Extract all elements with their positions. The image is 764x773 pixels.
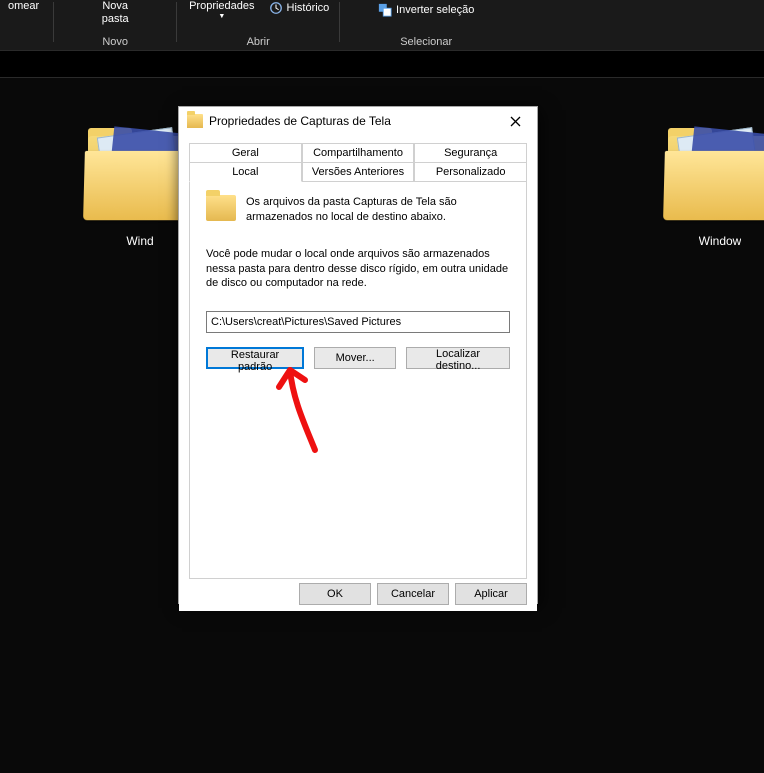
invert-selection-icon <box>378 3 392 17</box>
tab-compartilhamento[interactable]: Compartilhamento <box>302 143 415 162</box>
location-description-2: Você pode mudar o local onde arquivos sã… <box>206 247 510 292</box>
history-button[interactable]: Histórico <box>263 0 336 16</box>
folder-item-right[interactable]: Window <box>650 128 764 248</box>
folder-label: Wind <box>126 234 153 248</box>
move-button[interactable]: Mover... <box>314 347 396 369</box>
tab-seguranca[interactable]: Segurança <box>414 143 527 162</box>
rename-label: omear <box>8 0 39 13</box>
invert-selection-button[interactable]: Inverter seleção <box>372 2 480 18</box>
invert-selection-label: Inverter seleção <box>396 4 474 16</box>
tab-page-local: Os arquivos da pasta Capturas de Tela sã… <box>189 181 527 579</box>
folder-icon <box>206 195 236 221</box>
folder-icon <box>660 128 764 228</box>
tab-versoes[interactable]: Versões Anteriores <box>302 162 415 182</box>
properties-button[interactable]: Propriedades ▼ <box>181 0 262 22</box>
separator <box>339 2 340 42</box>
properties-label: Propriedades <box>189 0 254 13</box>
close-icon <box>510 116 521 127</box>
ribbon-group-new: Nova pasta Novo <box>60 0 170 50</box>
find-target-button[interactable]: Localizar destino... <box>406 347 510 369</box>
address-bar-stripe <box>0 50 764 78</box>
dialog-body: Geral Compartilhamento Segurança Local V… <box>179 135 537 583</box>
cancel-button[interactable]: Cancelar <box>377 583 449 605</box>
properties-dialog: Propriedades de Capturas de Tela Geral C… <box>178 106 538 604</box>
folder-icon <box>187 114 203 128</box>
location-description-1: Os arquivos da pasta Capturas de Tela sã… <box>246 195 510 225</box>
history-label: Histórico <box>287 2 330 14</box>
history-icon <box>269 1 283 15</box>
tab-row-top: Geral Compartilhamento Segurança <box>189 143 527 162</box>
apply-button[interactable]: Aplicar <box>455 583 527 605</box>
ribbon-group-select: Inverter seleção Selecionar <box>346 0 506 50</box>
location-path-input[interactable] <box>206 311 510 333</box>
new-folder-label: Nova pasta <box>102 0 129 26</box>
ribbon-group-open: Propriedades ▼ Histórico Abrir <box>183 0 333 50</box>
new-folder-button[interactable]: Nova pasta <box>94 0 137 26</box>
tab-personalizado[interactable]: Personalizado <box>414 162 527 182</box>
ok-button[interactable]: OK <box>299 583 371 605</box>
tab-geral[interactable]: Geral <box>189 143 302 162</box>
restore-default-button[interactable]: Restaurar padrão <box>206 347 304 369</box>
rename-button[interactable]: omear <box>0 0 47 13</box>
separator <box>176 2 177 42</box>
chevron-down-icon: ▼ <box>218 13 225 21</box>
close-button[interactable] <box>495 107 535 135</box>
folder-label: Window <box>699 234 742 248</box>
group-label-open: Abrir <box>183 36 333 48</box>
group-label-select: Selecionar <box>346 36 506 48</box>
group-label-new: Novo <box>60 36 170 48</box>
dialog-footer: OK Cancelar Aplicar <box>179 583 537 611</box>
ribbon-toolbar: omear Nova pasta Novo Propriedades ▼ His… <box>0 0 764 50</box>
dialog-title: Propriedades de Capturas de Tela <box>209 114 495 128</box>
tab-row-bottom: Local Versões Anteriores Personalizado <box>189 162 527 182</box>
dialog-titlebar[interactable]: Propriedades de Capturas de Tela <box>179 107 537 135</box>
tab-local[interactable]: Local <box>189 162 302 182</box>
separator <box>53 2 54 42</box>
